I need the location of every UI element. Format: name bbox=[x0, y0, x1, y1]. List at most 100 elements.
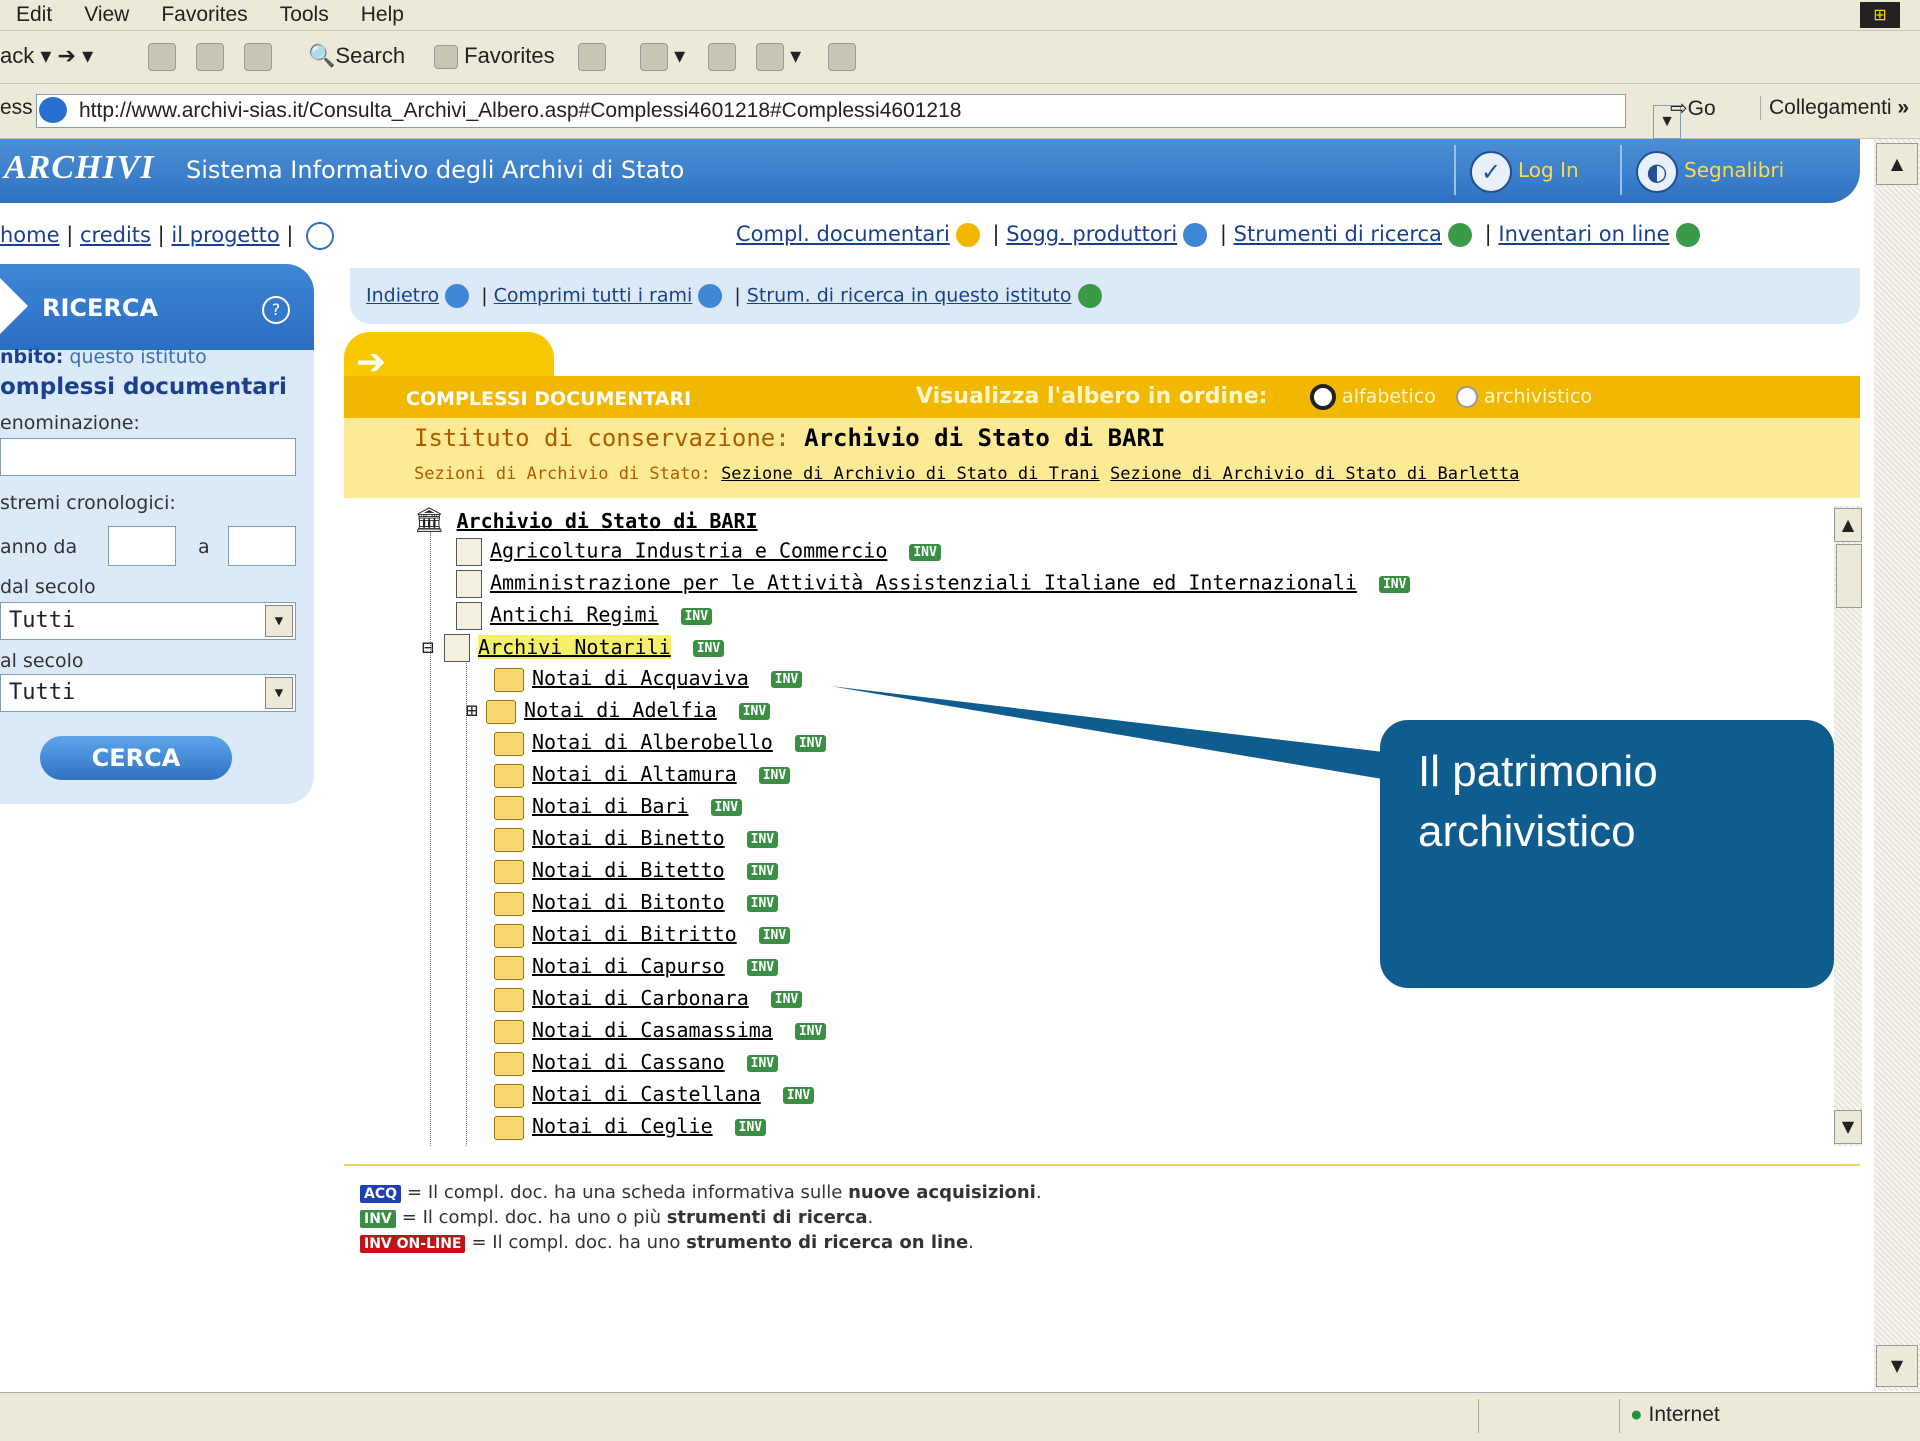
url-input[interactable]: http://www.archivi-sias.it/Consulta_Arch… bbox=[36, 94, 1681, 139]
history-icon[interactable] bbox=[578, 43, 606, 72]
tree-child-item[interactable]: Notai di Cassano INV bbox=[494, 1050, 779, 1076]
login-button[interactable]: ✓ Log In bbox=[1470, 149, 1579, 193]
radio-alfabetico-label: alfabetico bbox=[1342, 385, 1436, 408]
document-icon bbox=[456, 602, 482, 630]
inv-badge: INV bbox=[738, 703, 771, 720]
tree-child-item[interactable]: Notai di Capurso INV bbox=[494, 954, 779, 980]
sezione-barletta-link[interactable]: Sezione di Archivio di Stato di Barletta bbox=[1110, 464, 1519, 484]
al-secolo-select[interactable]: Tutti ▼ bbox=[0, 674, 296, 712]
radio-alfabetico[interactable] bbox=[1310, 384, 1336, 410]
print-icon[interactable] bbox=[708, 43, 736, 72]
denominazione-input[interactable] bbox=[0, 438, 296, 476]
tree-child-item[interactable]: Notai di Altamura INV bbox=[494, 762, 791, 788]
help-icon[interactable]: ? bbox=[262, 296, 290, 324]
menu-favorites[interactable]: Favorites bbox=[145, 0, 263, 27]
tree-root[interactable]: 🏛 Archivio di Stato di BARI bbox=[414, 506, 758, 534]
inv-badge: INV bbox=[909, 543, 941, 561]
search-icon: 🔍 bbox=[308, 43, 336, 68]
url-text: http://www.archivi-sias.it/Consulta_Arch… bbox=[79, 99, 962, 122]
go-button[interactable]: ⇨Go bbox=[1670, 96, 1716, 121]
anno-a-input[interactable] bbox=[228, 526, 296, 566]
tree-child-item[interactable]: Notai di Acquaviva INV bbox=[494, 666, 803, 692]
tree-item[interactable]: Amministrazione per le Attività Assisten… bbox=[456, 570, 1411, 598]
home-link[interactable]: home bbox=[0, 223, 60, 247]
windows-logo-icon: ⊞ bbox=[1860, 2, 1900, 28]
back-button[interactable]: ack ▾ ➔ ▾ bbox=[0, 43, 93, 69]
nav-compl-documentari[interactable]: Compl. documentari bbox=[736, 222, 950, 246]
strum-ricerca-link[interactable]: Strum. di ricerca in questo istituto bbox=[747, 285, 1072, 307]
scroll-up-icon[interactable]: ▲ bbox=[1834, 508, 1862, 542]
links-button[interactable]: Collegamenti » bbox=[1760, 96, 1909, 120]
home-icon[interactable] bbox=[244, 43, 272, 72]
comprimi-link[interactable]: Comprimi tutti i rami bbox=[494, 285, 693, 307]
window-scrollbar[interactable]: ▲ ▼ bbox=[1874, 139, 1920, 1391]
expand-icon: ⊞ bbox=[466, 698, 479, 722]
radio-archivistico[interactable] bbox=[1455, 386, 1478, 408]
tree-child-item[interactable]: Notai di Carbonara INV bbox=[494, 986, 803, 1012]
nav-sogg-produttori[interactable]: Sogg. produttori bbox=[1006, 222, 1177, 246]
tree-child-item[interactable]: Notai di Bari INV bbox=[494, 794, 743, 820]
scroll-down-icon[interactable]: ▼ bbox=[1876, 1345, 1918, 1387]
progetto-link[interactable]: il progetto bbox=[171, 223, 279, 247]
folder-icon bbox=[494, 763, 524, 788]
scroll-up-icon[interactable]: ▲ bbox=[1876, 143, 1918, 185]
discuss-icon[interactable] bbox=[828, 43, 856, 72]
tree-child-item[interactable]: Notai di Bitetto INV bbox=[494, 858, 779, 884]
tree-child-item[interactable]: Notai di Binetto INV bbox=[494, 826, 779, 852]
sezioni-line: Sezioni di Archivio di Stato: Sezione di… bbox=[414, 464, 1520, 484]
nav-strumenti-ricerca[interactable]: Strumenti di ricerca bbox=[1234, 222, 1442, 246]
folder-icon bbox=[494, 795, 524, 820]
tree-item[interactable]: Antichi Regimi INV bbox=[456, 602, 713, 630]
tree-item[interactable]: Agricoltura Industria e Commercio INV bbox=[456, 538, 941, 566]
inv-badge: INV bbox=[746, 863, 779, 880]
tree-child-item[interactable]: ⊞ Notai di Adelfia INV bbox=[466, 698, 771, 724]
anno-da-input[interactable] bbox=[108, 526, 176, 566]
menu-edit[interactable]: Edit bbox=[0, 0, 68, 27]
menu-tools[interactable]: Tools bbox=[264, 0, 345, 27]
scroll-down-icon[interactable]: ▼ bbox=[1834, 1110, 1862, 1144]
mail-icon[interactable]: ▾ bbox=[640, 43, 685, 72]
tree-child-item[interactable]: Notai di Bitonto INV bbox=[494, 890, 779, 916]
refresh-icon[interactable] bbox=[196, 43, 224, 72]
site-header: ARCHIVI Sistema Informativo degli Archiv… bbox=[0, 139, 1860, 203]
tree-scrollbar[interactable]: ▲ ▼ bbox=[1834, 506, 1862, 1146]
folder-icon bbox=[494, 1083, 524, 1108]
legend-inv-online: INV ON-LINE = Il compl. doc. ha uno strum… bbox=[360, 1232, 1042, 1253]
sezione-trani-link[interactable]: Sezione di Archivio di Stato di Trani bbox=[721, 464, 1100, 484]
tree-child-item[interactable]: Notai di Casamassima INV bbox=[494, 1018, 827, 1044]
credits-link[interactable]: credits bbox=[80, 223, 151, 247]
nav-inventari-online[interactable]: Inventari on line bbox=[1498, 222, 1669, 246]
folder-icon bbox=[486, 699, 517, 724]
al-secolo-label: al secolo bbox=[0, 650, 84, 672]
scroll-thumb[interactable] bbox=[1836, 544, 1862, 608]
dropdown-arrow-icon: ▼ bbox=[265, 677, 293, 709]
menu-help[interactable]: Help bbox=[345, 0, 420, 27]
institution-icon: 🏛 bbox=[414, 506, 445, 534]
go-icon bbox=[1675, 223, 1700, 247]
address-label: ess bbox=[0, 96, 33, 119]
dal-secolo-label: dal secolo bbox=[0, 576, 96, 598]
go-icon bbox=[1183, 223, 1208, 247]
tree-child-item[interactable]: Notai di Ceglie INV bbox=[494, 1114, 767, 1140]
tree-child-item[interactable]: Notai di Bitritto INV bbox=[494, 922, 791, 948]
stop-icon[interactable] bbox=[148, 43, 176, 72]
favorites-button[interactable]: Favorites bbox=[434, 43, 555, 70]
cerca-button[interactable]: CERCA bbox=[40, 736, 232, 780]
help-icon[interactable] bbox=[306, 222, 335, 250]
tree-child-item[interactable]: Notai di Castellana INV bbox=[494, 1082, 815, 1108]
inv-badge: INV bbox=[794, 1023, 827, 1040]
tree-item[interactable]: ⊟ Archivi Notarili INV bbox=[422, 634, 725, 662]
folder-icon bbox=[494, 859, 524, 884]
istituto-line: Istituto di conservazione: Archivio di S… bbox=[414, 424, 1166, 452]
indietro-link[interactable]: Indietro bbox=[366, 285, 439, 307]
bookmarks-button[interactable]: ◐ Segnalibri bbox=[1636, 149, 1784, 193]
inv-badge: INV bbox=[1378, 575, 1411, 593]
edit-icon[interactable]: ▾ bbox=[756, 43, 801, 72]
visualizza-label: Visualizza l'albero in ordine: bbox=[916, 384, 1268, 409]
internet-zone: ● Internet bbox=[1630, 1403, 1720, 1426]
menu-view[interactable]: View bbox=[68, 0, 145, 27]
search-button[interactable]: 🔍Search bbox=[308, 43, 405, 69]
folder-icon bbox=[494, 1051, 524, 1076]
dal-secolo-select[interactable]: Tutti ▼ bbox=[0, 602, 296, 640]
tree-child-item[interactable]: Notai di Alberobello INV bbox=[494, 730, 827, 756]
